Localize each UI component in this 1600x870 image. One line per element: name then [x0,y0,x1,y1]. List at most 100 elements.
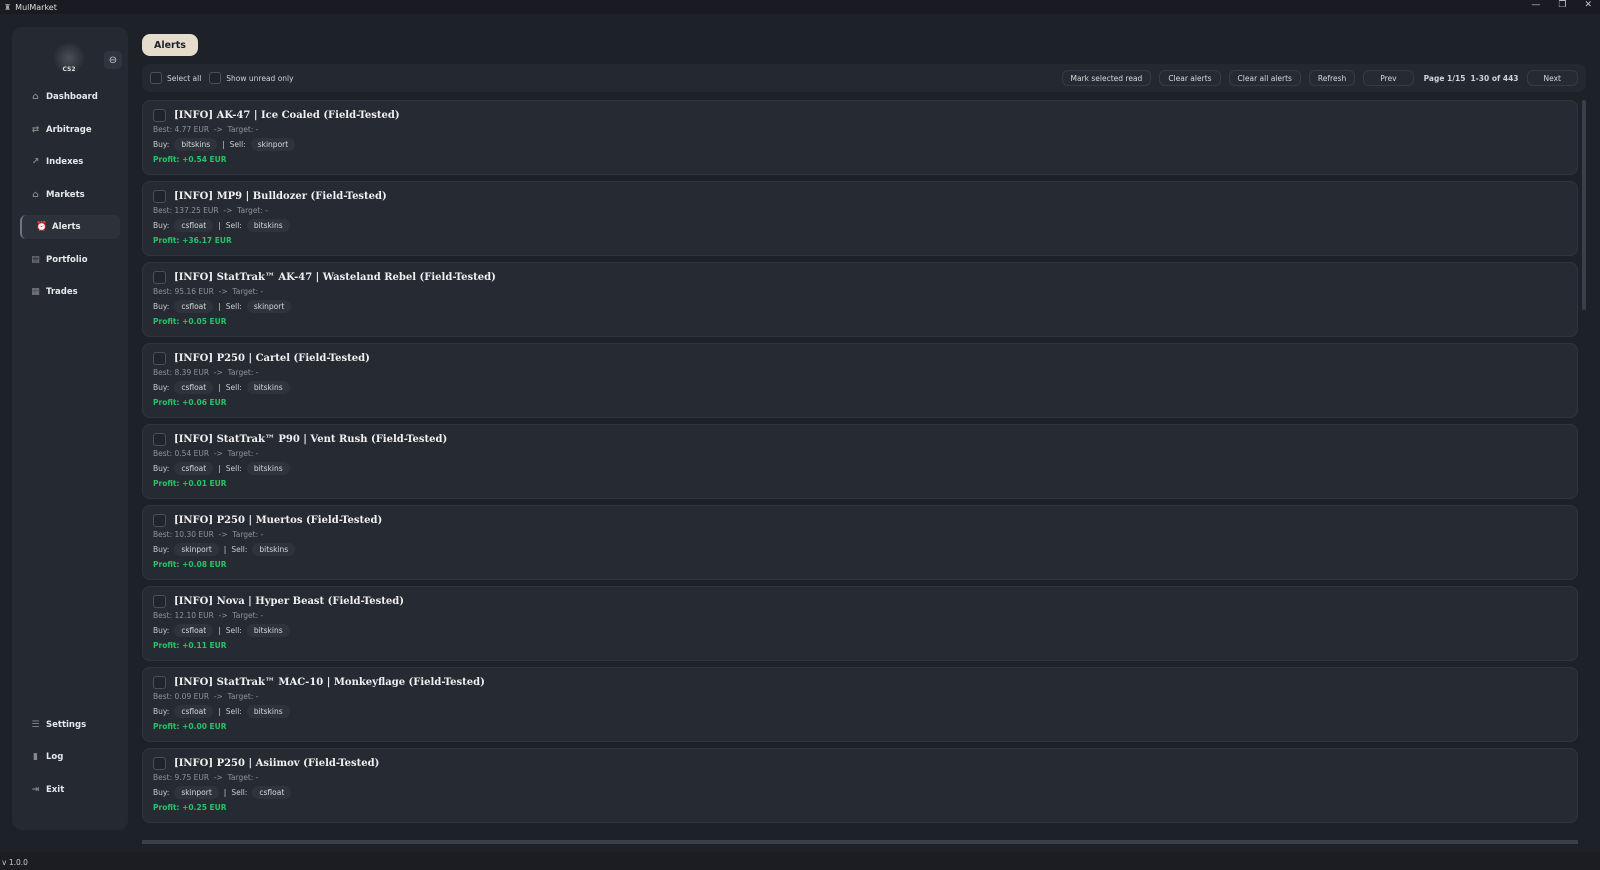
alert-title: [INFO] MP9 | Bulldozer (Field-Tested) [174,191,387,202]
next-button[interactable]: Next [1526,70,1578,86]
mark-selected-read-button[interactable]: Mark selected read [1061,70,1152,86]
collapse-sidebar-button[interactable]: ⊖ [104,51,122,69]
logo: CS2 [54,43,84,73]
sell-market-badge: bitskins [246,381,290,394]
alert-prices: Best: 8.39 EUR -> Target: - [153,368,259,377]
alert-card: [INFO] StatTrak™ AK-47 | Wasteland Rebel… [142,262,1578,337]
alert-prices: Best: 137.25 EUR -> Target: - [153,206,268,215]
alert-route: Buy: bitskins | Sell: skinport [153,138,1567,151]
sidebar-item-exit[interactable]: ⇥ Exit [20,778,120,802]
file-icon: ▮ [33,752,38,762]
alert-card: [INFO] AK-47 | Ice Coaled (Field-Tested)… [142,100,1578,175]
alert-title: [INFO] StatTrak™ AK-47 | Wasteland Rebel… [174,272,496,283]
vertical-scrollbar[interactable] [1582,100,1586,310]
buy-market-badge: csfloat [174,381,214,394]
alarm-icon: ⏰ [36,222,48,232]
alert-checkbox[interactable] [153,271,166,284]
sell-market-badge: bitskins [246,462,290,475]
close-icon[interactable]: ✕ [1584,0,1592,10]
alert-title: [INFO] StatTrak™ MAC-10 | Monkeyflage (F… [174,677,485,688]
sidebar-item-label: Exit [46,784,65,795]
trend-icon: ↗ [31,157,40,167]
alert-title: [INFO] AK-47 | Ice Coaled (Field-Tested) [174,110,400,121]
sidebar-item-label: Portfolio [46,254,88,265]
sell-market-badge: bitskins [246,705,290,718]
buy-market-badge: skinport [174,543,219,556]
restore-icon[interactable]: ❐ [1558,0,1566,10]
alert-card: [INFO] P250 | Cartel (Field-Tested) Best… [142,343,1578,418]
alert-route: Buy: csfloat | Sell: bitskins [153,705,1567,718]
sell-market-badge: csfloat [252,786,292,799]
alert-card: [INFO] Nova | Hyper Beast (Field-Tested)… [142,586,1578,661]
refresh-button[interactable]: Refresh [1308,70,1356,86]
alert-prices: Best: 10.30 EUR -> Target: - [153,530,264,539]
clear-alerts-button[interactable]: Clear alerts [1159,70,1221,86]
alert-checkbox[interactable] [153,190,166,203]
alert-checkbox[interactable] [153,757,166,770]
alert-profit: Profit: +0.06 EUR [153,398,227,407]
alert-prices: Best: 12.10 EUR -> Target: - [153,611,264,620]
alert-profit: Profit: +36.17 EUR [153,236,232,245]
alert-route: Buy: csfloat | Sell: bitskins [153,462,1567,475]
alert-card: [INFO] P250 | Muertos (Field-Tested) Bes… [142,505,1578,580]
clear-all-alerts-button[interactable]: Clear all alerts [1228,70,1301,86]
sidebar-item-log[interactable]: ▮ Log [20,745,120,769]
prev-button[interactable]: Prev [1363,70,1414,86]
alert-profit: Profit: +0.11 EUR [153,641,227,650]
alert-profit: Profit: +0.54 EUR [153,155,227,164]
alert-checkbox[interactable] [153,595,166,608]
sell-market-badge: skinport [246,300,292,313]
alert-prices: Best: 0.54 EUR -> Target: - [153,449,259,458]
buy-market-badge: bitskins [174,138,218,151]
exit-icon: ⇥ [31,784,40,795]
alert-title: [INFO] P250 | Cartel (Field-Tested) [174,353,370,364]
sidebar-item-label: Dashboard [46,92,98,102]
sell-market-badge: bitskins [246,624,290,637]
alert-card: [INFO] P250 | Asiimov (Field-Tested) Bes… [142,748,1578,823]
sidebar-item-label: Log [46,752,64,762]
alert-checkbox[interactable] [153,109,166,122]
sidebar-item-label: Alerts [52,222,81,232]
sidebar-item-markets[interactable]: ⌂ Markets [20,183,120,207]
minimize-icon[interactable]: — [1531,0,1540,10]
sidebar-item-label: Indexes [46,157,84,167]
alert-profit: Profit: +0.08 EUR [153,560,227,569]
alert-route: Buy: csfloat | Sell: bitskins [153,624,1567,637]
alert-prices: Best: 95.16 EUR -> Target: - [153,287,264,296]
sidebar-item-alerts[interactable]: ⏰ Alerts [20,215,120,239]
alert-checkbox[interactable] [153,433,166,446]
sidebar-item-dashboard[interactable]: ⌂ Dashboard [20,85,120,109]
alert-route: Buy: csfloat | Sell: bitskins [153,381,1567,394]
wallet-icon: ▤ [31,254,40,265]
range-indicator: 1-30 of 443 [1470,73,1519,83]
buy-market-badge: csfloat [174,219,214,232]
title-bar: ♜ MulMarket — ❐ ✕ [0,0,1600,14]
alert-checkbox[interactable] [153,352,166,365]
alert-prices: Best: 4.77 EUR -> Target: - [153,125,259,134]
alert-route: Buy: csfloat | Sell: skinport [153,300,1567,313]
alert-title: [INFO] P250 | Asiimov (Field-Tested) [174,758,380,769]
sidebar-item-portfolio[interactable]: ▤ Portfolio [20,248,120,272]
alert-title: [INFO] P250 | Muertos (Field-Tested) [174,515,383,526]
alert-card: [INFO] MP9 | Bulldozer (Field-Tested) Be… [142,181,1578,256]
buy-market-badge: csfloat [174,705,214,718]
select-all-checkbox[interactable]: Select all [150,72,201,84]
alert-profit: Profit: +0.05 EUR [153,317,227,326]
buy-market-badge: csfloat [174,300,214,313]
sidebar-item-label: Settings [46,719,87,730]
sidebar-item-settings[interactable]: ☰ Settings [20,713,120,737]
show-unread-checkbox[interactable]: Show unread only [209,72,294,84]
sidebar: CS2 ⊖ ⌂ Dashboard ⇄ Arbitrage ↗ Indexes ⌂ Marke… [12,27,128,830]
sidebar-item-trades[interactable]: ▦ Trades [20,280,120,304]
alert-prices: Best: 9.75 EUR -> Target: - [153,773,259,782]
buy-market-badge: skinport [174,786,219,799]
alert-route: Buy: skinport | Sell: bitskins [153,543,1567,556]
alert-card: [INFO] StatTrak™ MAC-10 | Monkeyflage (F… [142,667,1578,742]
tab-alerts[interactable]: Alerts [142,34,198,56]
sidebar-item-arbitrage[interactable]: ⇄ Arbitrage [20,118,120,142]
horizontal-scrollbar[interactable] [142,840,1578,844]
trades-icon: ▦ [31,287,40,297]
sidebar-item-indexes[interactable]: ↗ Indexes [20,150,120,174]
alert-checkbox[interactable] [153,676,166,689]
alert-checkbox[interactable] [153,514,166,527]
